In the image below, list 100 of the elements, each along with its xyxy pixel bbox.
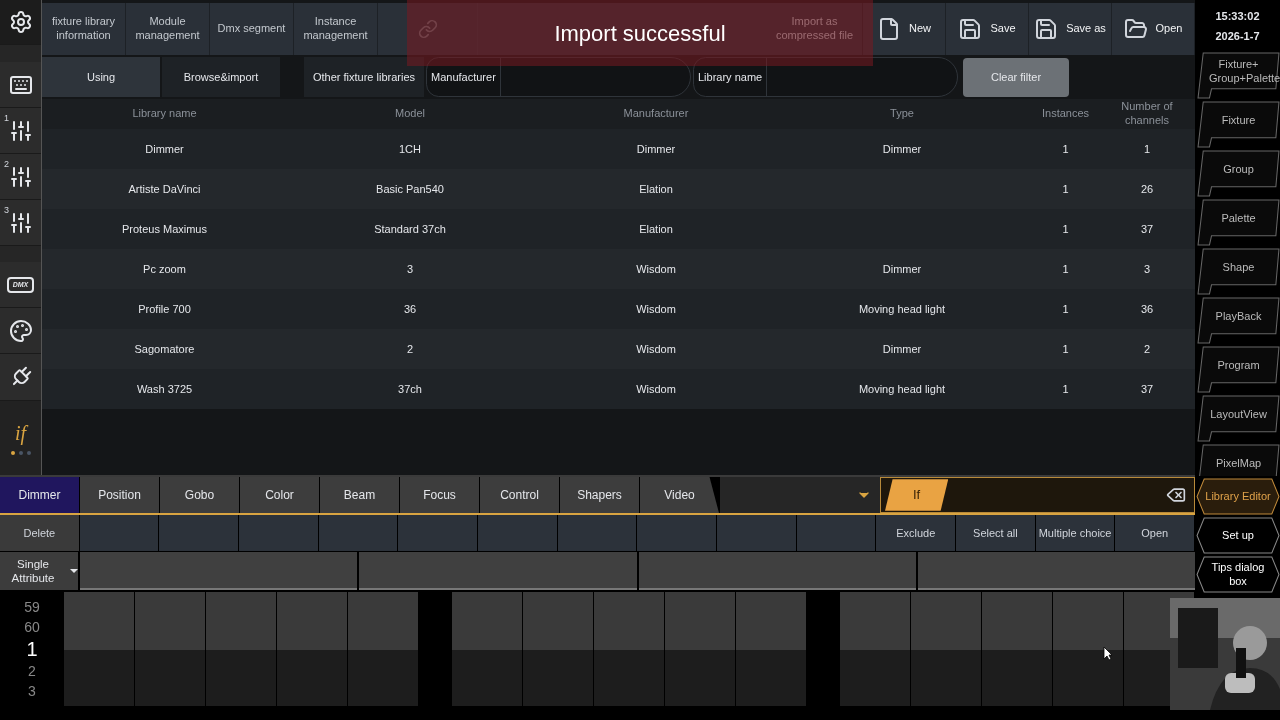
save-icon	[958, 17, 983, 41]
fader-slot[interactable]	[135, 592, 205, 706]
function-key[interactable]: Select all	[956, 515, 1035, 551]
function-key[interactable]: Multiple choice	[1035, 515, 1115, 551]
attribute-dropdown[interactable]	[720, 477, 880, 513]
mode-dropdown[interactable]: Single Attribute	[0, 552, 78, 590]
table-cell: Wisdom	[636, 342, 676, 355]
function-key[interactable]: Delete	[0, 515, 79, 551]
attribute-tab[interactable]: Beam	[320, 477, 399, 513]
fader-slot[interactable]	[982, 592, 1052, 706]
table-row[interactable]: Proteus Maximus Standard 37ch Elation 1 37	[42, 209, 1195, 249]
table-row[interactable]: Profile 700 36 Wisdom Moving head light 1 36	[42, 289, 1195, 329]
table-cell: Wisdom	[636, 262, 676, 275]
attribute-tab[interactable]: Video	[640, 477, 719, 513]
toolbar-button[interactable]: New	[863, 3, 946, 55]
view-tab[interactable]: Using	[42, 57, 160, 97]
nav-button[interactable]: Shape	[1197, 248, 1280, 295]
nav-button[interactable]: Group	[1197, 150, 1280, 197]
nav-button[interactable]: Fixture+ Group+Palette	[1197, 52, 1280, 99]
sidebar-item[interactable]	[0, 308, 41, 354]
fader-slot[interactable]	[911, 592, 981, 706]
table-cell: Standard 37ch	[374, 222, 446, 235]
fader-slot[interactable]	[1053, 592, 1123, 706]
table-cell: 37	[1140, 382, 1154, 395]
filter-label: Manufacturer	[427, 58, 501, 96]
wheel-value[interactable]: 2	[28, 661, 36, 681]
segment-bar[interactable]	[359, 552, 637, 590]
wheel-value[interactable]: 3	[28, 681, 36, 701]
table-row[interactable]: Sagomatore 2 Wisdom Dimmer 1 2	[42, 329, 1195, 369]
backspace-icon[interactable]	[1166, 485, 1186, 505]
table-cell: 26	[1140, 182, 1154, 195]
toolbar-button[interactable]: Save as	[1029, 3, 1112, 55]
nav-button[interactable]: Fixture	[1197, 101, 1280, 148]
nav-button[interactable]: Program	[1197, 346, 1280, 393]
wheel-value[interactable]: 59	[24, 597, 40, 617]
attribute-tab[interactable]: Shapers	[560, 477, 639, 513]
table-cell: Moving head light	[858, 302, 946, 315]
sidebar-item[interactable]: 1	[0, 108, 41, 154]
fader-slot[interactable]	[452, 592, 522, 706]
table-cell: 37ch	[398, 382, 422, 395]
segment-bar[interactable]	[638, 552, 916, 590]
function-key[interactable]: Open	[1115, 515, 1195, 551]
side-button[interactable]: Library Editor	[1196, 478, 1280, 515]
column-header: Manufacturer	[622, 107, 690, 121]
segment-bar[interactable]	[80, 552, 358, 590]
fader-slot[interactable]	[206, 592, 276, 706]
table-cell: Dimmer	[636, 142, 676, 155]
wheel-value[interactable]: 1	[26, 637, 38, 661]
fader-slot[interactable]	[665, 592, 735, 706]
table-cell: 1	[1062, 182, 1069, 195]
nav-button[interactable]: PlayBack	[1197, 297, 1280, 344]
fader-slot[interactable]	[64, 592, 134, 706]
table-row[interactable]: Dimmer 1CH Dimmer Dimmer 1 1	[42, 129, 1195, 169]
fader-slot[interactable]	[736, 592, 806, 706]
side-button[interactable]: Tips dialog box	[1196, 556, 1280, 593]
toolbar-button[interactable]: Save	[946, 3, 1029, 55]
table-row[interactable]: Wash 3725 37ch Wisdom Moving head light 1 37	[42, 369, 1195, 409]
table-row[interactable]: Pc zoom 3 Wisdom Dimmer 1 3	[42, 249, 1195, 289]
sidebar-item[interactable]: 3	[0, 200, 41, 246]
segment-bar[interactable]	[917, 552, 1195, 590]
table-cell: 1CH	[399, 142, 421, 155]
table-row[interactable]: Artiste DaVinci Basic Pan540 Elation 1 26	[42, 169, 1195, 209]
sidebar-item[interactable]: 2	[0, 154, 41, 200]
attribute-tab[interactable]: Control	[480, 477, 559, 513]
cursor-icon	[1103, 646, 1113, 661]
nav-button[interactable]: LayoutView	[1197, 395, 1280, 442]
attribute-tab[interactable]: Position	[80, 477, 159, 513]
other-libraries-tab[interactable]: Other fixture libraries	[304, 57, 424, 97]
fader-slot[interactable]	[594, 592, 664, 706]
filter-field[interactable]: Manufacturer	[426, 57, 691, 97]
fader-slot[interactable]	[348, 592, 418, 706]
sliders-icon	[8, 118, 33, 143]
attribute-tab[interactable]: Color	[240, 477, 319, 513]
save-as-icon	[1034, 17, 1059, 41]
sliders-icon	[8, 164, 33, 189]
table-cell: 1	[1062, 142, 1069, 155]
filter-chip[interactable]: If	[885, 479, 949, 511]
fader-slot[interactable]	[277, 592, 347, 706]
sidebar-item[interactable]	[0, 354, 41, 401]
column-header: Instances	[1040, 107, 1091, 121]
table-cell: Pc zoom	[143, 262, 186, 275]
sidebar-item[interactable]	[0, 62, 41, 108]
nav-button[interactable]: PixelMap	[1197, 444, 1280, 476]
attribute-tab[interactable]: Gobo	[160, 477, 239, 513]
wheel-value[interactable]: 60	[24, 617, 40, 637]
nav-button[interactable]: Palette	[1197, 199, 1280, 246]
view-tab[interactable]: Browse&import	[162, 57, 280, 97]
clear-filter-button[interactable]: Clear filter	[963, 58, 1069, 97]
function-key[interactable]: Exclude	[876, 515, 956, 551]
clock-date: 2026-1-7	[1215, 29, 1260, 44]
attribute-tab[interactable]: Focus	[400, 477, 479, 513]
side-button[interactable]: Set up	[1196, 517, 1280, 554]
table-cell: Dimmer	[882, 262, 922, 275]
fader-slot[interactable]	[523, 592, 593, 706]
fader-slot[interactable]	[840, 592, 910, 706]
table-cell: Profile 700	[138, 302, 191, 315]
attribute-tab[interactable]: Dimmer	[0, 477, 79, 513]
filter-field[interactable]: Library name	[693, 57, 958, 97]
sidebar-item[interactable]	[0, 0, 41, 45]
clock-time: 15:33:02	[1215, 9, 1260, 24]
